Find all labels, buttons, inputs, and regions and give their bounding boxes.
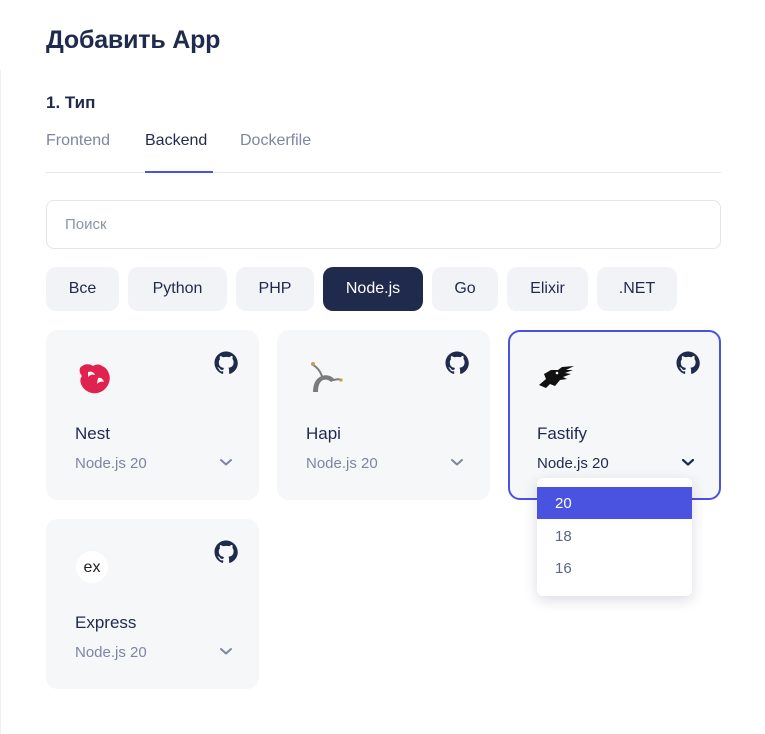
- filter-python[interactable]: Python: [128, 267, 227, 311]
- github-icon[interactable]: [214, 351, 238, 375]
- github-icon[interactable]: [214, 540, 238, 564]
- active-tab-indicator: [145, 171, 213, 173]
- filter-nodejs[interactable]: Node.js: [323, 267, 423, 311]
- framework-card-nest[interactable]: Nest Node.js 20: [46, 330, 259, 500]
- chevron-down-icon[interactable]: [219, 646, 233, 656]
- version-select[interactable]: Node.js 20: [75, 644, 147, 661]
- filter-all[interactable]: Все: [46, 267, 119, 311]
- hapi-logo-icon: [305, 358, 345, 398]
- tab-frontend[interactable]: Frontend: [46, 132, 110, 150]
- chevron-down-icon[interactable]: [450, 457, 464, 467]
- fastify-logo-icon: [536, 358, 576, 398]
- chevron-down-icon[interactable]: [681, 457, 695, 467]
- filter-elixir[interactable]: Elixir: [507, 267, 588, 311]
- version-option-20[interactable]: 20: [537, 487, 692, 519]
- version-select[interactable]: Node.js 20: [75, 455, 147, 472]
- version-select[interactable]: Node.js 20: [306, 455, 378, 472]
- version-option-18[interactable]: 18: [537, 520, 692, 552]
- nestjs-logo-icon: [74, 358, 114, 398]
- tab-backend[interactable]: Backend: [145, 132, 207, 150]
- framework-card-fastify[interactable]: Fastify Node.js 20: [508, 330, 721, 500]
- tab-dockerfile[interactable]: Dockerfile: [240, 132, 311, 150]
- card-name: Fastify: [537, 424, 588, 443]
- version-select[interactable]: Node.js 20: [537, 455, 609, 472]
- version-option-16[interactable]: 16: [537, 552, 692, 584]
- type-tabs: Frontend Backend Dockerfile: [46, 130, 721, 173]
- section-title: 1. Тип: [46, 93, 96, 112]
- filter-php[interactable]: PHP: [236, 267, 314, 311]
- card-name: Hapi: [306, 424, 341, 443]
- filter-dotnet[interactable]: .NET: [597, 267, 677, 311]
- svg-text:ex: ex: [84, 559, 101, 576]
- chevron-down-icon[interactable]: [219, 457, 233, 467]
- card-name: Nest: [75, 424, 110, 443]
- github-icon[interactable]: [676, 351, 700, 375]
- framework-card-express[interactable]: ex Express Node.js 20: [46, 519, 259, 689]
- github-icon[interactable]: [445, 351, 469, 375]
- framework-card-hapi[interactable]: Hapi Node.js 20: [277, 330, 490, 500]
- left-divider: [0, 70, 1, 734]
- card-name: Express: [75, 613, 137, 632]
- page-title: Добавить App: [46, 26, 221, 54]
- search-input[interactable]: [46, 200, 721, 249]
- express-logo-icon: ex: [74, 547, 114, 587]
- filter-go[interactable]: Go: [432, 267, 498, 311]
- version-dropdown-menu: 20 18 16: [537, 478, 692, 596]
